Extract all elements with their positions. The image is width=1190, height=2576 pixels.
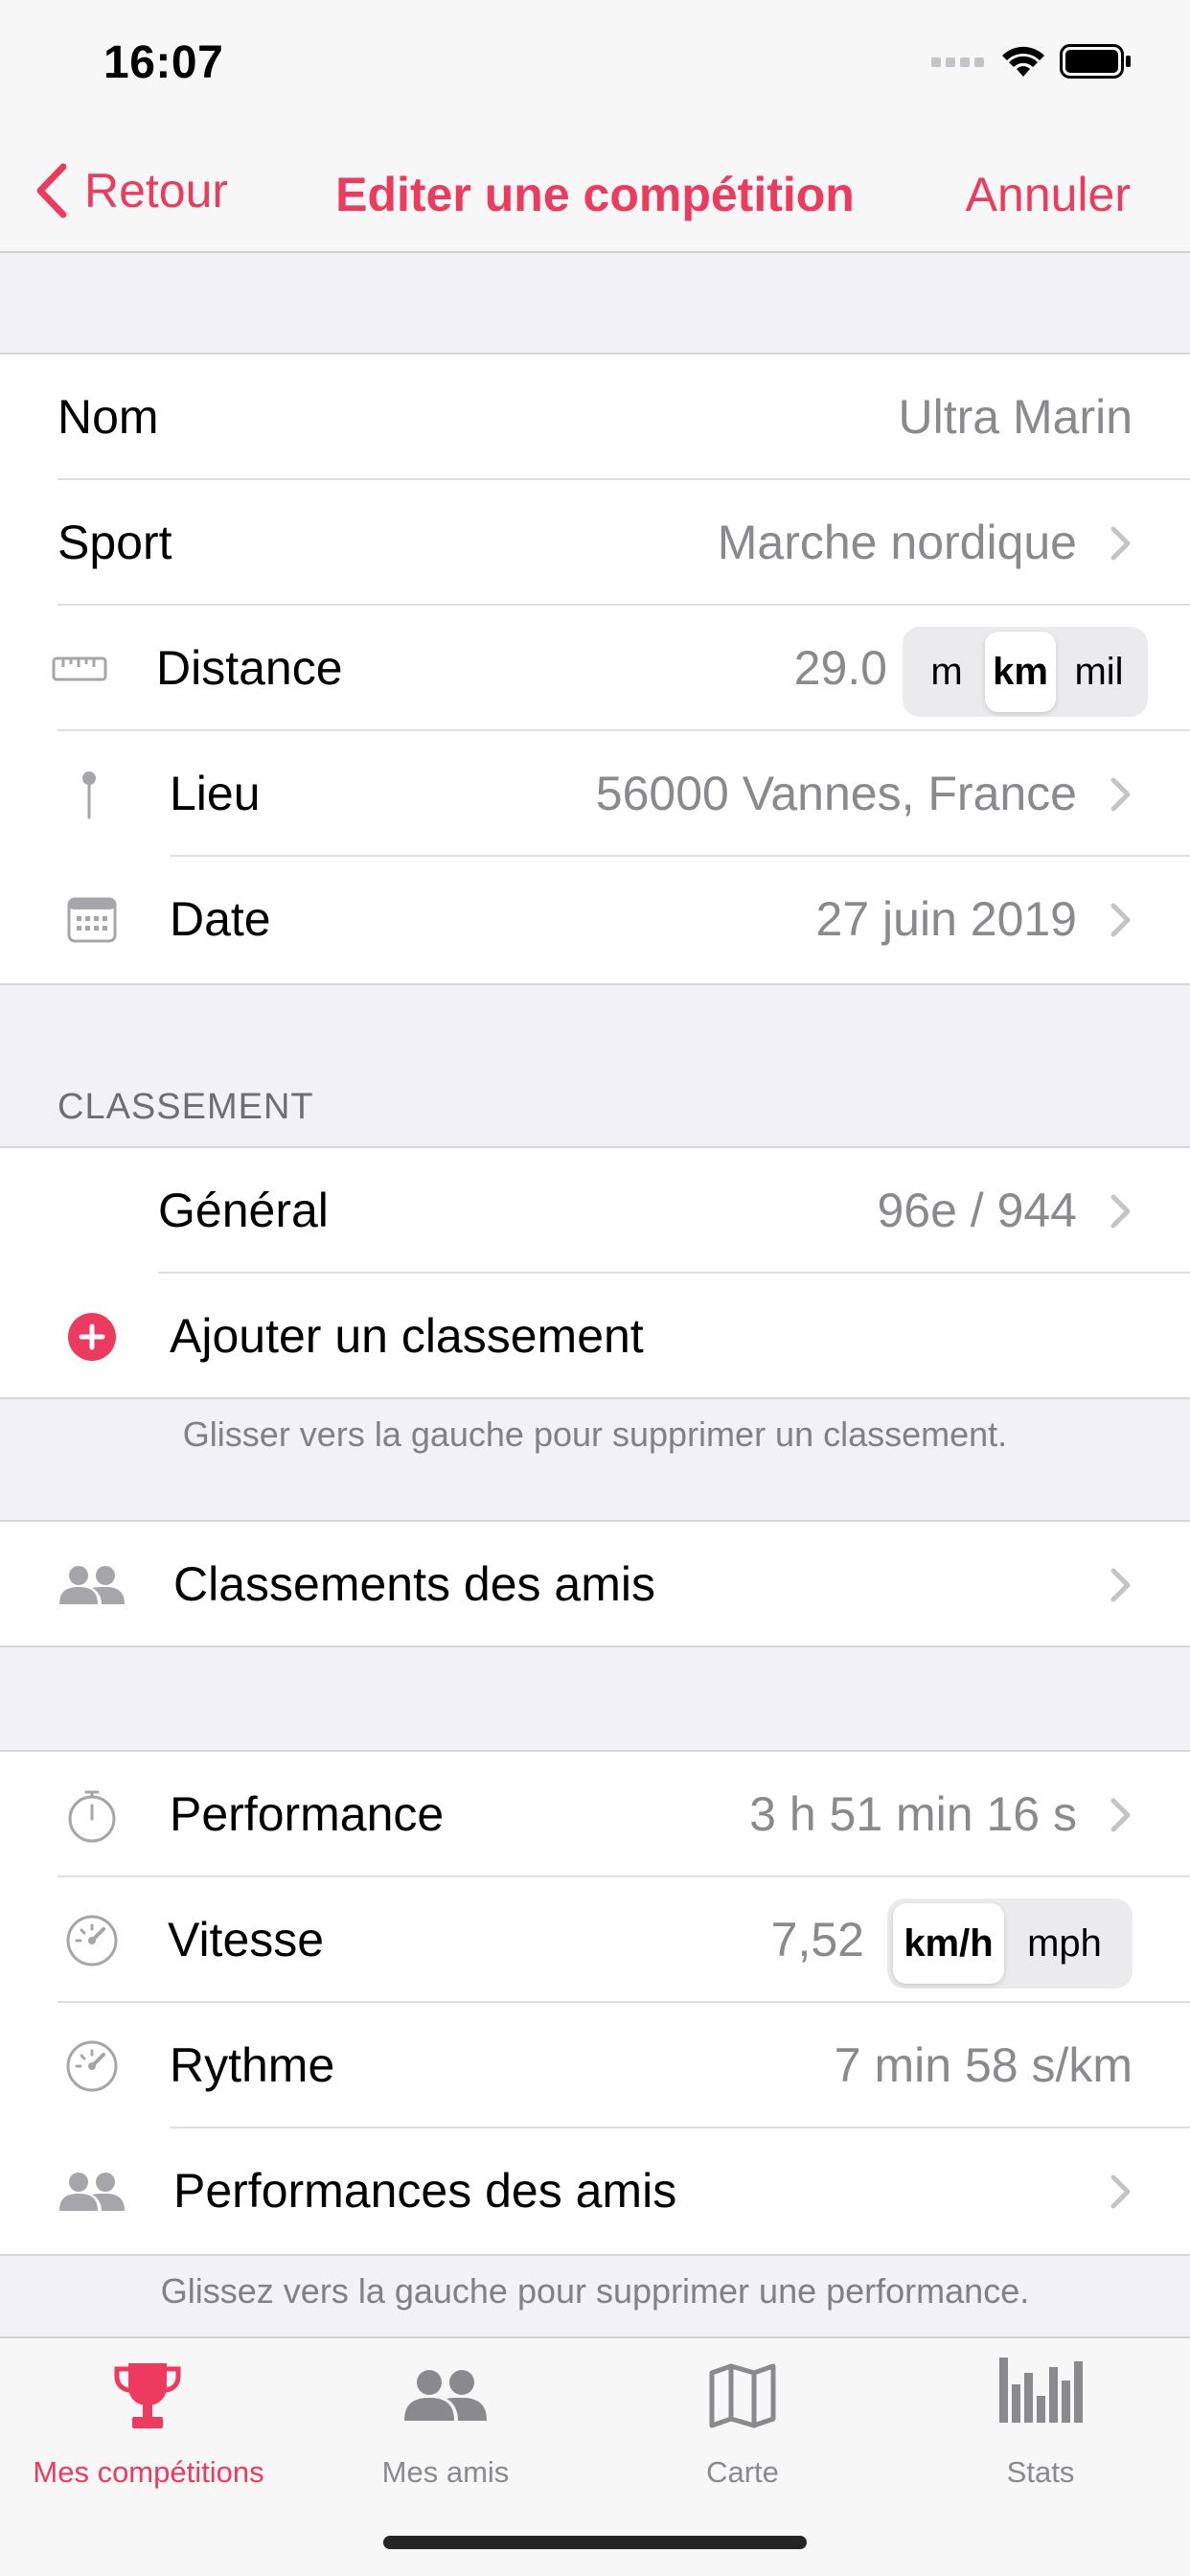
ranking-footer-note: Glisser vers la gauche pour supprimer un… — [182, 1414, 1008, 1454]
general-ranking-row[interactable]: Général 96e / 944 — [0, 1148, 1190, 1274]
friends-performances-label: Performances des amis — [173, 2164, 677, 2218]
chevron-right-icon — [1110, 526, 1131, 561]
status-bar: 16:07 — [0, 0, 1190, 134]
add-ranking-row[interactable]: Ajouter un classement — [0, 1274, 1190, 1399]
distance-unit-segmented-control: m km mil — [903, 627, 1148, 717]
navigation-bar: Retour Editer une compétition Annuler — [0, 134, 1190, 253]
speed-row: Vitesse 7,52 km/h mph — [0, 1877, 1190, 2003]
add-circle-icon[interactable] — [67, 1312, 117, 1362]
speed-unit-segmented-control: km/h mph — [887, 1898, 1133, 1989]
performance-value: 3 h 51 min 16 s — [749, 1787, 1077, 1841]
distance-row: Distance 29.0 m km mil — [0, 606, 1190, 731]
speed-value[interactable]: 7,52 — [771, 1877, 864, 2003]
add-ranking-label: Ajouter un classement — [170, 1309, 644, 1363]
tab-my-competitions[interactable]: Mes compétitions — [0, 2338, 297, 2501]
calendar-icon — [67, 897, 117, 943]
pace-gauge-icon — [66, 2040, 118, 2092]
general-ranking-label: Général — [158, 1184, 329, 1237]
place-label: Lieu — [170, 767, 261, 820]
performance-footer-note: Glissez vers la gauche pour supprimer un… — [160, 2271, 1030, 2311]
performance-label: Performance — [170, 1787, 445, 1841]
ranking-section-header: CLASSEMENT — [57, 1087, 314, 1127]
ruler-icon — [52, 656, 107, 681]
battery-icon — [1060, 44, 1131, 79]
speed-label: Vitesse — [168, 1913, 325, 1966]
performance-group: Performance 3 h 51 min 16 s Vitesse 7,52… — [0, 1750, 1190, 2256]
signal-icon — [931, 58, 984, 67]
people-icon — [59, 2173, 125, 2211]
tab-label: Stats — [1006, 2455, 1075, 2489]
friends-ranking-row[interactable]: Classements des amis — [0, 1522, 1190, 1647]
chevron-right-icon — [1110, 1568, 1131, 1602]
chevron-right-icon — [1110, 1798, 1131, 1832]
bar-chart-icon — [999, 2358, 1083, 2423]
stopwatch-icon — [68, 1790, 116, 1843]
pace-row: Rythme 7 min 58 s/km — [0, 2003, 1190, 2128]
competition-details-group: Nom Ultra Marin Sport Marche nordique Di… — [0, 353, 1190, 985]
friends-ranking-label: Classements des amis — [173, 1557, 655, 1611]
people-icon — [59, 1566, 125, 1604]
pace-value: 7 min 58 s/km — [834, 2038, 1133, 2092]
name-row[interactable]: Nom Ultra Marin — [0, 355, 1190, 480]
date-row[interactable]: Date 27 juin 2019 — [0, 857, 1190, 982]
tab-label: Mes compétitions — [33, 2455, 264, 2489]
status-icons — [931, 44, 1133, 79]
pace-label: Rythme — [170, 2038, 335, 2092]
tab-label: Mes amis — [381, 2455, 510, 2489]
friends-performances-row[interactable]: Performances des amis — [0, 2128, 1190, 2254]
chevron-right-icon — [1110, 1194, 1131, 1229]
friends-ranking-group: Classements des amis — [0, 1520, 1190, 1647]
people-icon — [404, 2370, 487, 2421]
general-ranking-value: 96e / 944 — [877, 1184, 1077, 1237]
place-row[interactable]: Lieu 56000 Vannes, France — [0, 731, 1190, 857]
name-value[interactable]: Ultra Marin — [899, 355, 1133, 480]
speedometer-icon — [66, 1915, 118, 1966]
tab-map[interactable]: Carte — [594, 2338, 891, 2501]
date-label: Date — [170, 892, 271, 946]
unit-option-kmh[interactable]: km/h — [893, 1903, 1004, 1984]
unit-option-m[interactable]: m — [908, 632, 985, 712]
ranking-group: Général 96e / 944 Ajouter un classement — [0, 1146, 1190, 1399]
cancel-button[interactable]: Annuler — [966, 167, 1131, 222]
date-value: 27 juin 2019 — [815, 892, 1077, 946]
chevron-right-icon — [1110, 777, 1131, 812]
unit-option-km[interactable]: km — [985, 632, 1056, 712]
sport-row[interactable]: Sport Marche nordique — [0, 480, 1190, 606]
unit-option-mph[interactable]: mph — [1004, 1903, 1125, 1984]
map-icon — [709, 2363, 776, 2428]
pin-icon — [82, 771, 96, 819]
unit-option-mil[interactable]: mil — [1056, 632, 1142, 712]
tab-stats[interactable]: Stats — [892, 2338, 1189, 2501]
home-indicator[interactable] — [383, 2536, 807, 2549]
status-time: 16:07 — [103, 37, 224, 88]
sport-label: Sport — [57, 516, 172, 569]
trophy-icon — [114, 2363, 181, 2428]
name-label: Nom — [57, 390, 159, 444]
tab-my-friends[interactable]: Mes amis — [297, 2338, 594, 2501]
wifi-icon — [1002, 46, 1044, 77]
chevron-right-icon — [1110, 2174, 1131, 2209]
performance-row[interactable]: Performance 3 h 51 min 16 s — [0, 1752, 1190, 1877]
distance-value[interactable]: 29.0 — [794, 606, 887, 731]
distance-label: Distance — [156, 641, 343, 695]
chevron-right-icon — [1110, 903, 1131, 937]
place-value: 56000 Vannes, France — [595, 767, 1077, 820]
tab-label: Carte — [706, 2455, 779, 2489]
sport-value: Marche nordique — [717, 516, 1077, 569]
